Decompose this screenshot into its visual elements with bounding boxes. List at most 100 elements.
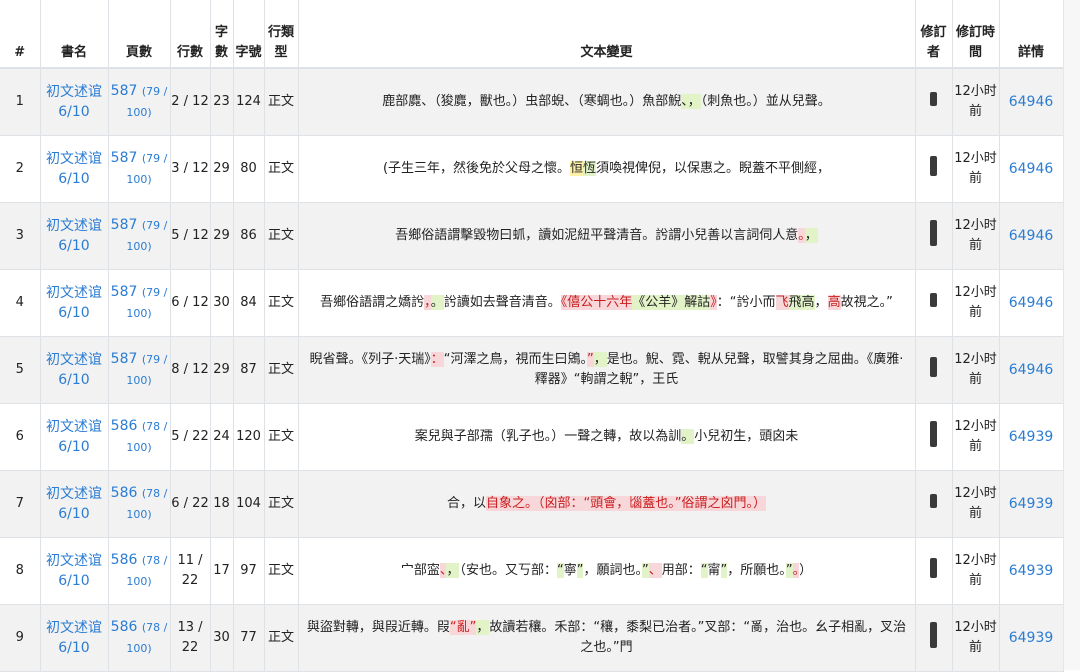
col-time[interactable]: 修訂時間: [952, 0, 1000, 69]
char-number-cell: 124: [233, 68, 265, 136]
char-number: 87: [240, 361, 257, 377]
char-count: 23: [213, 93, 230, 109]
line-number-cell: 2 / 12: [170, 68, 211, 136]
row-number-cell: 6: [0, 403, 41, 471]
book-link-cell: 初文述谊 6/10: [40, 470, 109, 538]
revision-time-cell: 12小时前: [952, 202, 1000, 270]
col-char-no[interactable]: 字號: [233, 0, 265, 69]
detail-link[interactable]: 64939: [1009, 496, 1054, 512]
char-number: 80: [240, 160, 257, 176]
editor-avatar[interactable]: [930, 292, 937, 307]
col-line[interactable]: 行數: [170, 0, 211, 69]
editor-avatar[interactable]: [930, 420, 937, 447]
change-segment: 高: [827, 294, 841, 310]
book-link-cell: 初文述谊 6/10: [40, 135, 109, 203]
scrollbar-track[interactable]: [1063, 0, 1080, 670]
line-number-cell: 8 / 12: [170, 336, 211, 404]
line-type: 正文: [267, 495, 294, 511]
detail-link[interactable]: 64946: [1009, 362, 1054, 378]
char-number: 84: [240, 294, 257, 310]
page-link[interactable]: 586 (78 / 100): [111, 619, 168, 656]
detail-link[interactable]: 64939: [1009, 630, 1054, 646]
char-count-cell: 29: [210, 202, 234, 270]
page-link[interactable]: 586 (78 / 100): [111, 485, 168, 522]
editor-avatar[interactable]: [930, 493, 937, 508]
book-link[interactable]: 初文述谊 6/10: [46, 352, 102, 388]
page-link[interactable]: 587 (79 / 100): [111, 83, 168, 120]
book-link[interactable]: 初文述谊 6/10: [46, 419, 102, 455]
book-link[interactable]: 初文述谊 6/10: [46, 486, 102, 522]
text-change-cell: 吾鄉俗語謂擊毀物曰䖣，讀如泥紐平聲清音。䚷謂小兒善以言詞伺人意。，: [298, 202, 916, 270]
editor-avatar[interactable]: [930, 91, 937, 106]
book-link[interactable]: 初文述谊 6/10: [46, 285, 102, 321]
detail-link[interactable]: 64946: [1009, 228, 1054, 244]
change-segment: ”: [642, 562, 649, 578]
book-link[interactable]: 初文述谊 6/10: [46, 218, 102, 254]
change-segment: 甯: [707, 562, 721, 578]
book-link[interactable]: 初文述谊 6/10: [46, 620, 102, 656]
detail-link[interactable]: 64946: [1009, 161, 1054, 177]
revision-time-cell: 12小时前: [952, 604, 1000, 672]
col-num[interactable]: #: [0, 0, 41, 69]
book-link-cell: 初文述谊 6/10: [40, 604, 109, 672]
revision-time-cell: 12小时前: [952, 537, 1000, 605]
page-link[interactable]: 587 (79 / 100): [111, 217, 168, 254]
page-number: 587: [110, 283, 138, 300]
page-link[interactable]: 587 (79 / 100): [111, 150, 168, 187]
revision-time: 12小时前: [954, 552, 997, 588]
editor-cell-cell: [915, 269, 953, 337]
row-number-cell: 5: [0, 336, 41, 404]
table-row: 2 初文述谊 6/10 587 (79 / 100) 3 / 12 29 80 正文 (子生三…: [0, 135, 1064, 203]
change-segment: 宀部寍: [400, 562, 440, 578]
col-line-type[interactable]: 行類型: [264, 0, 299, 69]
col-page[interactable]: 頁數: [108, 0, 171, 69]
table-row: 7 初文述谊 6/10 586 (78 / 100) 6 / 22 18 104 正文 合，以…: [0, 470, 1064, 538]
text-change-cell: 鹿部麑、（狻麑，獸也。）虫部蜺、（寒蜩也。）魚部鯢、，（刺魚也。）並从兒聲。: [298, 68, 916, 136]
col-editor[interactable]: 修訂者: [915, 0, 953, 69]
change-segment: ）: [799, 562, 813, 578]
col-detail[interactable]: 詳情: [999, 0, 1064, 69]
book-link[interactable]: 初文述谊 6/10: [46, 553, 102, 589]
page-link-cell: 587 (79 / 100): [108, 336, 171, 404]
char-number: 77: [240, 629, 257, 645]
line-number: 6 / 12: [171, 294, 209, 310]
col-char-count[interactable]: 字數: [210, 0, 234, 69]
page-link[interactable]: 587 (79 / 100): [111, 284, 168, 321]
change-segment: “亂”: [449, 619, 477, 635]
char-number-cell: 84: [233, 269, 265, 337]
detail-link[interactable]: 64939: [1009, 429, 1054, 445]
revision-time-cell: 12小时前: [952, 269, 1000, 337]
col-text-change[interactable]: 文本變更: [298, 0, 916, 69]
detail-link[interactable]: 64946: [1009, 94, 1054, 110]
row-number: 7: [15, 495, 24, 511]
change-segment: ，: [446, 562, 460, 578]
editor-avatar[interactable]: [930, 356, 937, 377]
detail-link-cell: 64939: [999, 403, 1064, 471]
line-type-cell: 正文: [264, 135, 299, 203]
char-count: 29: [213, 361, 230, 377]
text-change-cell: 吾鄉俗語謂之嬌䚷，。䚷讀如去聲音清音。《僖公十六年《公羊》解詁》：“䚷小而飞飛高…: [298, 269, 916, 337]
editor-avatar[interactable]: [930, 621, 937, 648]
line-type: 正文: [267, 629, 294, 645]
text-change-cell: 合，以自象之。（囟部：“頭會，匘蓋也。”俗謂之囟門。）: [298, 470, 916, 538]
book-link[interactable]: 初文述谊 6/10: [46, 84, 102, 120]
col-book[interactable]: 書名: [40, 0, 109, 69]
change-segment: 恆: [583, 160, 597, 176]
char-count: 29: [213, 160, 230, 176]
change-segment: 睨省聲。《列子·天瑞》: [309, 351, 431, 367]
page-number: 586: [110, 618, 138, 635]
detail-link[interactable]: 64939: [1009, 563, 1054, 579]
book-link[interactable]: 初文述谊 6/10: [46, 151, 102, 187]
revision-time: 12小时前: [954, 284, 997, 320]
detail-link[interactable]: 64946: [1009, 295, 1054, 311]
book-link-cell: 初文述谊 6/10: [40, 68, 109, 136]
editor-avatar[interactable]: [930, 557, 937, 578]
page-link[interactable]: 586 (78 / 100): [111, 418, 168, 455]
line-number: 3 / 12: [171, 160, 209, 176]
editor-avatar[interactable]: [930, 219, 937, 246]
editor-avatar[interactable]: [930, 155, 937, 176]
page-link[interactable]: 586 (78 / 100): [111, 552, 168, 589]
char-number-cell: 86: [233, 202, 265, 270]
page-link[interactable]: 587 (79 / 100): [111, 351, 168, 388]
line-type-cell: 正文: [264, 269, 299, 337]
